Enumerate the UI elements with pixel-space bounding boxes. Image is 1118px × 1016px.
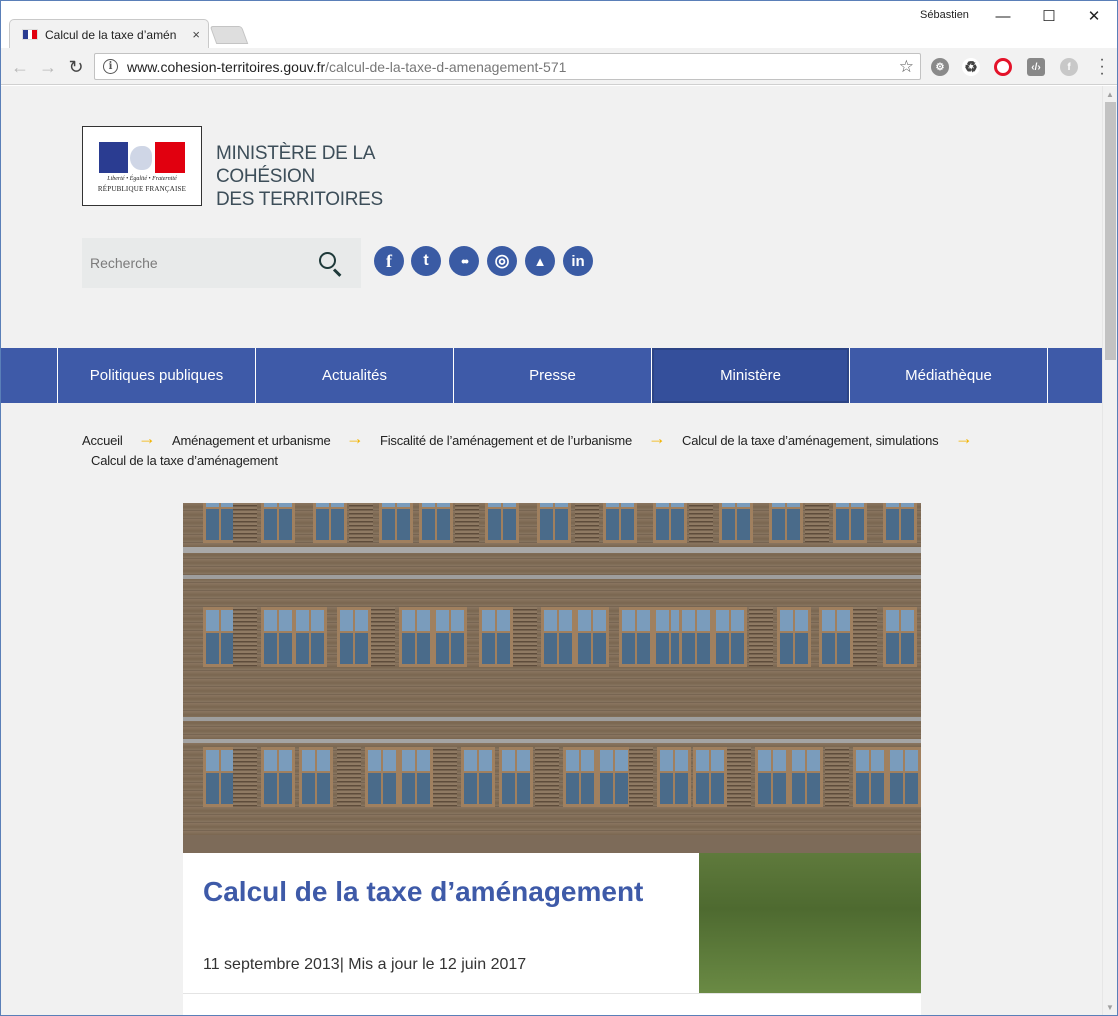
page-viewport: Liberté • Égalité • Fraternité RÉPUBLIQU… <box>1 86 1102 1015</box>
article-title: Calcul de la taxe d’aménagement <box>203 876 644 907</box>
bookmark-star-icon[interactable]: ☆ <box>899 57 914 77</box>
new-tab-button[interactable] <box>209 26 249 44</box>
address-bar[interactable]: i www.cohesion-territoires.gouv.fr/calcu… <box>94 53 921 80</box>
reload-icon[interactable]: ↻ <box>65 56 87 78</box>
tab-close-icon[interactable]: × <box>192 27 200 42</box>
scroll-up-arrow-icon[interactable]: ▲ <box>1106 90 1114 99</box>
forward-arrow-icon[interactable]: → <box>37 56 59 78</box>
facebook-extension-icon[interactable]: f <box>1060 58 1078 76</box>
vertical-scrollbar[interactable]: ▲ ▼ <box>1102 86 1117 1015</box>
search-input[interactable]: Recherche <box>82 238 361 288</box>
close-window-button[interactable]: ✕ <box>1072 4 1116 28</box>
back-arrow-icon[interactable]: ← <box>9 56 31 78</box>
browser-menu-icon[interactable]: · · · <box>1097 52 1107 82</box>
search-placeholder: Recherche <box>90 255 158 271</box>
search-icon[interactable] <box>311 243 351 283</box>
browser-tab[interactable]: Calcul de la taxe d’amén × <box>9 19 209 49</box>
nav-item-actualites[interactable]: Actualités <box>255 348 453 403</box>
breadcrumb-arrow-icon: → <box>648 428 666 448</box>
breadcrumb-arrow-icon: → <box>346 428 364 448</box>
profile-name[interactable]: Sébastien <box>920 9 969 21</box>
facebook-icon[interactable]: f <box>374 246 404 276</box>
url-host: www.cohesion-territoires.gouv.fr <box>127 58 326 75</box>
hero-building-image <box>183 503 921 853</box>
article-title-card: Calcul de la taxe d’aménagement 11 septe… <box>183 853 699 993</box>
settings-extension-icon[interactable]: ⚙ <box>931 58 949 76</box>
ministry-name-line1: MINISTÈRE DE LA <box>216 143 376 164</box>
url-path: /calcul-de-la-taxe-d-amenagement-571 <box>325 58 567 75</box>
ministry-name-line2: COHÉSION <box>216 166 315 187</box>
ministry-name-line3: DES TERRITOIRES <box>216 189 383 210</box>
info-icon[interactable]: i <box>103 59 118 74</box>
nav-divider <box>1047 348 1102 403</box>
breadcrumb-item-amenagement[interactable]: Aménagement et urbanisme <box>172 433 331 448</box>
logo-motto: Liberté • Égalité • Fraternité <box>107 176 177 182</box>
breadcrumb-item-accueil[interactable]: Accueil <box>82 433 123 448</box>
dailymotion-icon[interactable]: ▲ <box>525 246 555 276</box>
breadcrumb-arrow-icon: → <box>955 428 973 448</box>
marianne-emblem <box>99 142 185 173</box>
nav-item-ministere[interactable]: Ministère <box>651 348 849 403</box>
ministry-name[interactable]: MINISTÈRE DE LA COHÉSION DES TERRITOIRES <box>216 142 416 211</box>
instagram-icon[interactable]: ◎ <box>487 246 517 276</box>
logo-republic-text: RÉPUBLIQUE FRANÇAISE <box>97 185 187 193</box>
code-extension-icon[interactable]: ‹/› <box>1027 58 1045 76</box>
breadcrumb-item-simulations[interactable]: Calcul de la taxe d’aménagement, simulat… <box>682 433 939 448</box>
scroll-down-arrow-icon[interactable]: ▼ <box>1106 1003 1114 1012</box>
title-bar: Calcul de la taxe d’amén × Sébastien — ☐… <box>1 1 1117 49</box>
breadcrumb-arrow-icon: → <box>138 428 156 448</box>
tab-title: Calcul de la taxe d’amén <box>45 27 177 42</box>
nav-item-politiques-publiques[interactable]: Politiques publiques <box>57 348 255 403</box>
recycle-extension-icon[interactable]: ♻ <box>962 58 980 76</box>
maximize-button[interactable]: ☐ <box>1027 4 1071 28</box>
breadcrumb-item-fiscalite[interactable]: Fiscalité de l’aménagement et de l’urban… <box>380 433 632 448</box>
opera-extension-icon[interactable] <box>994 58 1012 76</box>
minimize-button[interactable]: — <box>981 4 1025 28</box>
flickr-icon[interactable]: •• <box>449 246 479 276</box>
nav-item-presse[interactable]: Presse <box>453 348 651 403</box>
twitter-icon[interactable]: t <box>411 246 441 276</box>
french-flag-favicon <box>22 29 38 40</box>
main-navigation: Politiques publiques Actualités Presse M… <box>1 348 1102 403</box>
article-body-start <box>183 993 921 1015</box>
browser-window: Calcul de la taxe d’amén × Sébastien — ☐… <box>0 0 1118 1016</box>
breadcrumb-current: Calcul de la taxe d’aménagement <box>91 453 278 468</box>
browser-toolbar: ← → ↻ i www.cohesion-territoires.gouv.fr… <box>1 48 1117 85</box>
linkedin-icon[interactable]: in <box>563 246 593 276</box>
article-date: 11 septembre 2013| Mis a jour le 12 juin… <box>203 956 527 973</box>
republique-francaise-logo[interactable]: Liberté • Égalité • Fraternité RÉPUBLIQU… <box>82 126 202 206</box>
nav-item-mediatheque[interactable]: Médiathèque <box>849 348 1047 403</box>
scrollbar-thumb[interactable] <box>1105 102 1116 360</box>
hero-grass-image <box>699 853 921 993</box>
